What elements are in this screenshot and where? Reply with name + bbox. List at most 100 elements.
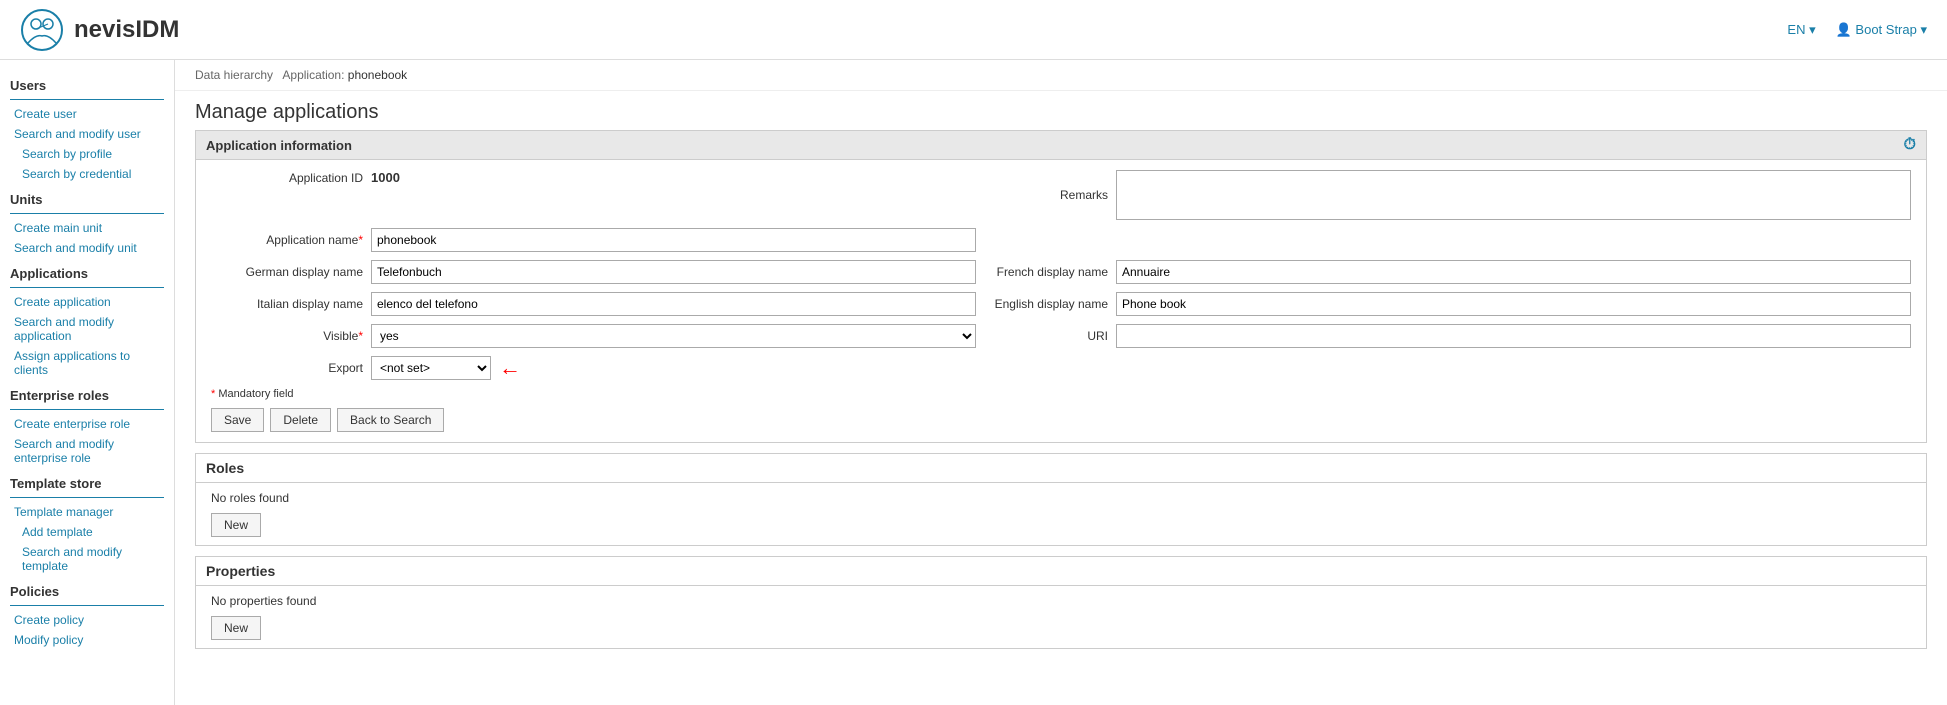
mandatory-note: * Mandatory field bbox=[211, 388, 1911, 400]
uri-input[interactable] bbox=[1116, 324, 1911, 348]
sidebar-section-applications: Applications bbox=[0, 258, 174, 285]
main-layout: UsersCreate userSearch and modify userSe… bbox=[0, 60, 1947, 705]
breadcrumb-prefix: Data hierarchy bbox=[195, 68, 273, 82]
visible-label: Visible* bbox=[211, 329, 371, 343]
export-select[interactable]: <not set> yes no bbox=[371, 356, 491, 380]
properties-section: Properties No properties found New bbox=[195, 556, 1927, 649]
sidebar-divider bbox=[10, 409, 164, 410]
sidebar-item-modify-policy[interactable]: Modify policy bbox=[0, 630, 174, 650]
french-input[interactable] bbox=[1116, 260, 1911, 284]
italian-input[interactable] bbox=[371, 292, 976, 316]
language-selector[interactable]: EN ▾ bbox=[1787, 22, 1815, 38]
sidebar-divider bbox=[10, 287, 164, 288]
sidebar-item-template-manager[interactable]: Template manager bbox=[0, 502, 174, 522]
german-left: German display name bbox=[211, 260, 976, 284]
properties-new-button[interactable]: New bbox=[211, 616, 261, 640]
breadcrumb-app-link[interactable]: phonebook bbox=[348, 68, 407, 82]
remarks-input[interactable] bbox=[1116, 170, 1911, 220]
english-input[interactable] bbox=[1116, 292, 1911, 316]
sidebar-section-policies: Policies bbox=[0, 576, 174, 603]
properties-header: Properties bbox=[196, 557, 1926, 586]
export-label: Export bbox=[211, 361, 371, 375]
logo-text: nevisIDM bbox=[74, 16, 179, 44]
sidebar-section-units: Units bbox=[0, 184, 174, 211]
red-arrow-annotation: ← bbox=[499, 357, 521, 379]
visible-select[interactable]: yes no bbox=[371, 324, 976, 348]
sidebar-item-assign-applications-to-clients[interactable]: Assign applications to clients bbox=[0, 346, 174, 380]
roles-section: Roles No roles found New bbox=[195, 453, 1927, 546]
uri-right: URI bbox=[976, 324, 1911, 348]
roles-body: No roles found New bbox=[196, 483, 1926, 545]
properties-body: No properties found New bbox=[196, 586, 1926, 648]
mandatory-text: Mandatory field bbox=[218, 388, 293, 400]
sidebar-item-add-template[interactable]: Add template bbox=[0, 522, 174, 542]
german-label: German display name bbox=[211, 265, 371, 279]
breadcrumb: Data hierarchy Application: phonebook bbox=[175, 60, 1947, 91]
sidebar-section-enterprise-roles: Enterprise roles bbox=[0, 380, 174, 407]
remarks-label: Remarks bbox=[976, 188, 1116, 202]
action-buttons: Save Delete Back to Search bbox=[211, 408, 1911, 432]
app-name-required: * bbox=[358, 233, 363, 247]
app-name-input[interactable] bbox=[371, 228, 976, 252]
sidebar-item-search-by-profile[interactable]: Search by profile bbox=[0, 144, 174, 164]
app-name-label: Application name* bbox=[211, 233, 371, 247]
german-input[interactable] bbox=[371, 260, 976, 284]
sidebar-section-template-store: Template store bbox=[0, 468, 174, 495]
roles-empty-text: No roles found bbox=[211, 491, 1911, 505]
section-header: Application information ⏱ bbox=[196, 131, 1926, 160]
save-button[interactable]: Save bbox=[211, 408, 264, 432]
sidebar-item-search-and-modify-unit[interactable]: Search and modify unit bbox=[0, 238, 174, 258]
page-title: Manage applications bbox=[175, 91, 1947, 130]
french-right: French display name bbox=[976, 260, 1911, 284]
sidebar-item-search-and-modify-enterprise-role[interactable]: Search and modify enterprise role bbox=[0, 434, 174, 468]
sidebar-item-create-enterprise-role[interactable]: Create enterprise role bbox=[0, 414, 174, 434]
app-id-value: 1000 bbox=[371, 170, 400, 185]
content-area: Data hierarchy Application: phonebook Ma… bbox=[175, 60, 1947, 705]
app-id-left: Application ID 1000 bbox=[211, 170, 976, 185]
app-info-section: Application information ⏱ Application ID… bbox=[195, 130, 1927, 443]
app-id-row: Application ID 1000 Remarks bbox=[211, 170, 1911, 220]
mandatory-star: * bbox=[211, 388, 215, 400]
italian-english-row: Italian display name English display nam… bbox=[211, 292, 1911, 316]
italian-left: Italian display name bbox=[211, 292, 976, 316]
back-to-search-button[interactable]: Back to Search bbox=[337, 408, 444, 432]
english-right: English display name bbox=[976, 292, 1911, 316]
header: nevisIDM EN ▾ 👤 Boot Strap ▾ bbox=[0, 0, 1947, 60]
sidebar-item-create-main-unit[interactable]: Create main unit bbox=[0, 218, 174, 238]
export-left: Export <not set> yes no ← bbox=[211, 356, 976, 380]
uri-label: URI bbox=[976, 329, 1116, 343]
sidebar-item-search-and-modify-template[interactable]: Search and modify template bbox=[0, 542, 174, 576]
properties-empty-text: No properties found bbox=[211, 594, 1911, 608]
sidebar-section-users: Users bbox=[0, 70, 174, 97]
visible-uri-row: Visible* yes no URI bbox=[211, 324, 1911, 348]
section-body: Application ID 1000 Remarks Application … bbox=[196, 160, 1926, 442]
breadcrumb-app-label: Application: bbox=[282, 68, 344, 82]
sidebar-item-create-user[interactable]: Create user bbox=[0, 104, 174, 124]
app-name-left: Application name* bbox=[211, 228, 976, 252]
section-title: Application information bbox=[206, 138, 352, 153]
header-right: EN ▾ 👤 Boot Strap ▾ bbox=[1787, 22, 1927, 38]
delete-button[interactable]: Delete bbox=[270, 408, 331, 432]
sidebar-item-search-and-modify-application[interactable]: Search and modify application bbox=[0, 312, 174, 346]
app-name-row: Application name* bbox=[211, 228, 1911, 252]
english-label: English display name bbox=[976, 297, 1116, 311]
roles-header: Roles bbox=[196, 454, 1926, 483]
sidebar-divider bbox=[10, 497, 164, 498]
roles-new-button[interactable]: New bbox=[211, 513, 261, 537]
sidebar-item-search-by-credential[interactable]: Search by credential bbox=[0, 164, 174, 184]
sidebar-divider bbox=[10, 99, 164, 100]
app-id-label: Application ID bbox=[211, 171, 371, 185]
export-row: Export <not set> yes no ← bbox=[211, 356, 1911, 380]
sidebar: UsersCreate userSearch and modify userSe… bbox=[0, 60, 175, 705]
german-french-row: German display name French display name bbox=[211, 260, 1911, 284]
french-label: French display name bbox=[976, 265, 1116, 279]
sidebar-item-create-application[interactable]: Create application bbox=[0, 292, 174, 312]
sidebar-divider bbox=[10, 605, 164, 606]
sidebar-item-search-and-modify-user[interactable]: Search and modify user bbox=[0, 124, 174, 144]
visible-required: * bbox=[358, 329, 363, 343]
logo-icon bbox=[20, 8, 64, 52]
clock-icon: ⏱ bbox=[1904, 136, 1916, 154]
visible-left: Visible* yes no bbox=[211, 324, 976, 348]
user-menu[interactable]: 👤 Boot Strap ▾ bbox=[1836, 22, 1927, 38]
sidebar-item-create-policy[interactable]: Create policy bbox=[0, 610, 174, 630]
